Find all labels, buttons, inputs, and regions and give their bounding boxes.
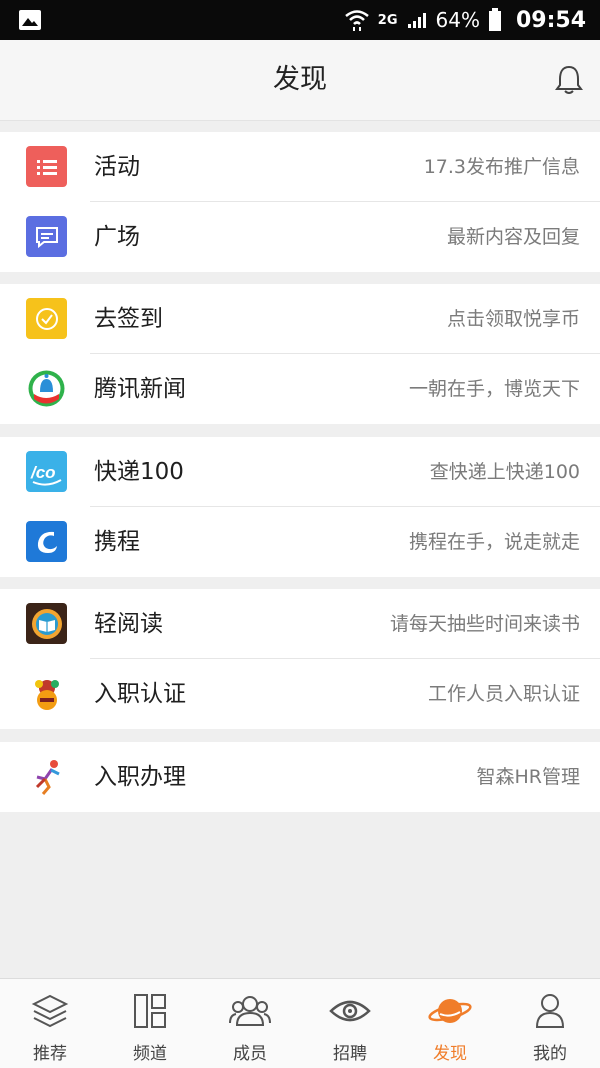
item-label: 入职办理 [94, 764, 186, 790]
nav-label: 频道 [133, 1044, 167, 1064]
group-activity: 活动 17.3发布推广信息 广场 最新内容及回复 [0, 132, 600, 272]
page-title: 发现 [273, 64, 327, 95]
group-onboarding: 入职办理 智森HR管理 [0, 742, 600, 812]
bottom-nav: 推荐 频道 成员 招聘 发现 我的 [0, 978, 600, 1068]
running-person-icon [26, 756, 67, 797]
grid-icon [134, 994, 166, 1028]
item-label: 快递100 [94, 459, 184, 485]
nav-mine[interactable]: 我的 [500, 979, 600, 1068]
planet-icon [428, 999, 472, 1023]
item-desc: 一朝在手，博览天下 [408, 378, 580, 400]
nav-label: 推荐 [33, 1044, 67, 1064]
nav-label: 发现 [433, 1044, 467, 1064]
group-checkin: 去签到 点击领取悦享币 腾讯新闻 一朝在手，博览天下 [0, 284, 600, 424]
list-item-onboard-certify[interactable]: 入职认证 工作人员入职认证 [0, 659, 600, 729]
item-desc: 请每天抽些时间来读书 [389, 613, 580, 635]
layers-icon [31, 994, 69, 1028]
list-item-tencent-news[interactable]: 腾讯新闻 一朝在手，博览天下 [0, 354, 600, 424]
nav-recommend[interactable]: 推荐 [0, 979, 100, 1068]
nav-label: 成员 [233, 1044, 267, 1064]
ctrip-dolphin-icon [26, 521, 67, 562]
list-item-square[interactable]: 广场 最新内容及回复 [0, 202, 600, 272]
item-desc: 最新内容及回复 [446, 226, 580, 248]
reading-book-icon [26, 603, 67, 644]
list-item-activity[interactable]: 活动 17.3发布推广信息 [0, 132, 600, 202]
svg-text:/co: /co [30, 463, 56, 482]
eye-icon [329, 1000, 371, 1022]
signal-icon [407, 13, 426, 28]
header-bar: 发现 [0, 40, 600, 121]
item-label: 携程 [94, 529, 140, 555]
chat-icon [26, 216, 67, 257]
list-item-onboarding[interactable]: 入职办理 智森HR管理 [0, 742, 600, 812]
group-express: /co 快递100 查快递上快递100 携程 携程在手，说走就走 [0, 437, 600, 577]
item-label: 腾讯新闻 [94, 376, 186, 402]
person-icon [535, 994, 565, 1028]
list-item-reading[interactable]: 轻阅读 请每天抽些时间来读书 [0, 589, 600, 659]
item-desc: 17.3发布推广信息 [423, 156, 580, 178]
bell-icon[interactable] [554, 64, 584, 96]
clock-time: 09:54 [515, 7, 586, 33]
item-desc: 工作人员入职认证 [427, 683, 580, 705]
clock-checkin-icon [26, 298, 67, 339]
item-label: 入职认证 [94, 681, 186, 707]
members-icon [229, 996, 271, 1026]
item-label: 广场 [94, 224, 140, 250]
battery-icon [488, 8, 501, 31]
network-type: 2G [377, 12, 398, 28]
kuaidi100-icon: /co [26, 451, 67, 492]
nav-discover[interactable]: 发现 [400, 979, 500, 1068]
gallery-notification-icon [19, 10, 41, 30]
nav-channel[interactable]: 频道 [100, 979, 200, 1068]
wifi-icon [345, 10, 369, 31]
item-label: 去签到 [94, 306, 163, 332]
badge-certify-icon [26, 673, 67, 714]
nav-recruit[interactable]: 招聘 [300, 979, 400, 1068]
item-label: 活动 [94, 154, 140, 180]
battery-percent: 64% [435, 8, 480, 32]
item-desc: 智森HR管理 [476, 766, 581, 788]
tencent-news-icon [26, 368, 67, 409]
item-label: 轻阅读 [94, 611, 163, 637]
list-item-checkin[interactable]: 去签到 点击领取悦享币 [0, 284, 600, 354]
list-item-kuaidi100[interactable]: /co 快递100 查快递上快递100 [0, 437, 600, 507]
status-bar: 2G 64% 09:54 [0, 0, 600, 40]
nav-label: 我的 [533, 1044, 567, 1064]
nav-members[interactable]: 成员 [200, 979, 300, 1068]
list-item-ctrip[interactable]: 携程 携程在手，说走就走 [0, 507, 600, 577]
item-desc: 携程在手，说走就走 [408, 531, 580, 553]
item-desc: 查快递上快递100 [429, 461, 580, 483]
list-icon [26, 146, 67, 187]
nav-label: 招聘 [333, 1044, 367, 1064]
item-desc: 点击领取悦享币 [446, 308, 580, 330]
group-reading: 轻阅读 请每天抽些时间来读书 入职认证 工作人员入职认证 [0, 589, 600, 729]
